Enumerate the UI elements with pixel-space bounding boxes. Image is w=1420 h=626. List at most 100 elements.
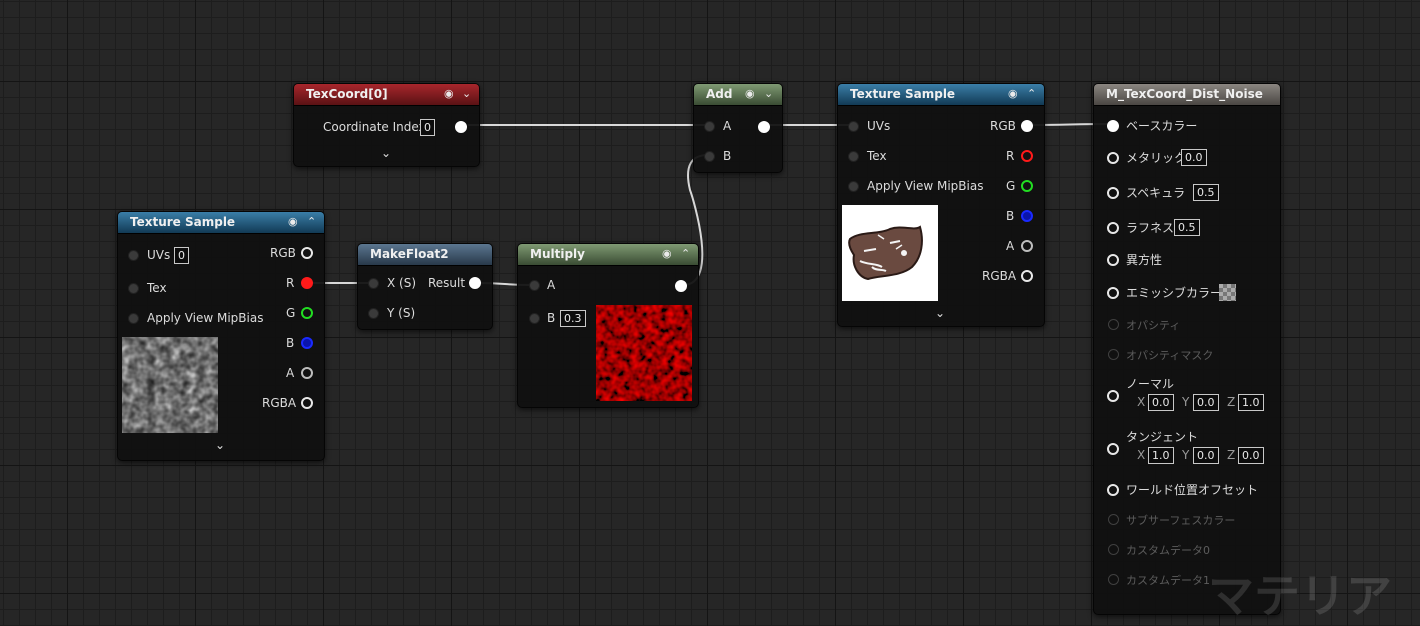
add-output-pin[interactable] [758,121,770,133]
collapse-icon[interactable]: ⌃ [307,215,316,228]
custom0-pin [1108,544,1119,555]
x-input-pin[interactable] [368,278,379,289]
specular-field[interactable]: 0.5 [1193,184,1219,201]
g-output-pin[interactable] [301,307,313,319]
texture-sample-left-header[interactable]: Texture Sample ◉ ⌃ [118,212,324,234]
specular-pin[interactable] [1107,187,1119,199]
multiply-header[interactable]: Multiply ◉ ⌃ [518,244,698,266]
emissive-color-swatch[interactable] [1219,284,1236,301]
metallic-field[interactable]: 0.0 [1181,149,1207,166]
collapse-icon[interactable]: ⌄ [462,87,471,100]
tangent-pin[interactable] [1107,443,1119,455]
rgb-output-pin[interactable] [301,247,313,259]
g-output-label: G [286,306,296,320]
uvs-field[interactable]: 0 [174,247,189,264]
material-result-node[interactable]: M_TexCoord_Dist_Noise ベースカラー メタリック 0.0 ス… [1093,83,1281,615]
add-header[interactable]: Add ◉ ⌄ [694,84,782,106]
rgb-output-label: RGB [990,119,1016,133]
collapse-icon[interactable]: ⌃ [681,247,690,260]
rgba-output-pin[interactable] [1021,270,1033,282]
world-offset-label: ワールド位置オフセット [1126,483,1259,497]
expand-chevron-icon[interactable]: ⌄ [381,146,391,160]
node-title: M_TexCoord_Dist_Noise [1106,87,1263,101]
mip-input-pin[interactable] [848,181,859,192]
normal-x-field[interactable]: 0.0 [1148,394,1174,411]
g-output-pin[interactable] [1021,180,1033,192]
graph-watermark: マテリア [1208,569,1392,623]
red-noise-preview [596,305,692,401]
mip-input-pin[interactable] [128,313,139,324]
normal-z-field[interactable]: 1.0 [1238,394,1264,411]
a-input-pin[interactable] [529,280,540,291]
coordinate-index-field[interactable]: 0 [420,119,435,136]
b-value-field[interactable]: 0.3 [560,310,586,327]
texture-sample-left-node[interactable]: Texture Sample ◉ ⌃ UVs 0 Tex Apply View … [117,211,325,461]
multiply-node[interactable]: Multiply ◉ ⌃ A B 0.3 [517,243,699,408]
rgba-output-pin[interactable] [301,397,313,409]
b-label: B [723,149,732,163]
tangent-label: タンジェント [1126,430,1199,444]
a-output-pin[interactable] [1021,240,1033,252]
distorted-texture-preview [842,205,938,301]
b-output-pin[interactable] [1021,210,1033,222]
a-input-pin[interactable] [704,121,715,132]
normal-pin[interactable] [1107,390,1119,402]
texture-sample-right-header[interactable]: Texture Sample ◉ ⌃ [838,84,1044,106]
normal-z-label: Z [1227,395,1236,409]
b-input-pin[interactable] [704,151,715,162]
tangent-x-label: X [1137,448,1146,462]
collapse-icon[interactable]: ⌄ [764,87,773,100]
emissive-label: エミッシブカラー [1126,286,1223,300]
tangent-z-label: Z [1227,448,1236,462]
preview-toggle-icon[interactable]: ◉ [444,87,454,100]
metallic-pin[interactable] [1107,152,1119,164]
material-result-header[interactable]: M_TexCoord_Dist_Noise [1094,84,1280,106]
b-input-pin[interactable] [529,313,540,324]
preview-toggle-icon[interactable]: ◉ [662,247,672,260]
expand-chevron-icon[interactable]: ⌄ [215,438,225,452]
roughness-pin[interactable] [1107,222,1119,234]
makefloat2-node[interactable]: MakeFloat2 X (S) Y (S) Result [357,243,493,330]
normal-y-field[interactable]: 0.0 [1193,394,1219,411]
add-node[interactable]: Add ◉ ⌄ A B [693,83,783,173]
r-output-pin[interactable] [1021,150,1033,162]
rgba-output-label: RGBA [982,269,1017,283]
tangent-z-field[interactable]: 0.0 [1238,447,1264,464]
base-color-pin[interactable] [1107,120,1119,132]
b-output-pin[interactable] [301,337,313,349]
mip-label: Apply View MipBias [147,311,264,325]
collapse-icon[interactable]: ⌃ [1027,87,1036,100]
preview-toggle-icon[interactable]: ◉ [745,87,755,100]
world-offset-pin[interactable] [1107,484,1119,496]
rgb-output-pin[interactable] [1021,120,1033,132]
result-output-pin[interactable] [469,277,481,289]
node-title: MakeFloat2 [370,247,449,261]
uvs-input-pin[interactable] [848,121,859,132]
tangent-x-field[interactable]: 1.0 [1148,447,1174,464]
multiply-output-pin[interactable] [675,280,687,292]
tex-input-pin[interactable] [848,151,859,162]
roughness-field[interactable]: 0.5 [1174,219,1200,236]
tangent-y-field[interactable]: 0.0 [1193,447,1219,464]
texcoord-header[interactable]: TexCoord[0] ◉ ⌄ [294,84,479,106]
anisotropy-pin[interactable] [1107,254,1119,266]
emissive-pin[interactable] [1107,287,1119,299]
makefloat2-header[interactable]: MakeFloat2 [358,244,492,266]
tex-input-pin[interactable] [128,283,139,294]
a-output-pin[interactable] [301,367,313,379]
uvs-input-pin[interactable] [128,250,139,261]
b-output-label: B [1006,209,1015,223]
preview-toggle-icon[interactable]: ◉ [288,215,298,228]
rgb-output-label: RGB [270,246,296,260]
preview-toggle-icon[interactable]: ◉ [1008,87,1018,100]
texcoord-node[interactable]: TexCoord[0] ◉ ⌄ Coordinate Index 0 ⌄ [293,83,480,167]
node-title: TexCoord[0] [306,87,388,101]
expand-chevron-icon[interactable]: ⌄ [935,306,945,320]
y-input-pin[interactable] [368,308,379,319]
roughness-label: ラフネス [1126,221,1175,235]
output-pin[interactable] [455,121,467,133]
r-output-pin[interactable] [301,277,313,289]
subsurface-label: サブサーフェスカラー [1126,514,1236,527]
texture-sample-right-node[interactable]: Texture Sample ◉ ⌃ UVs Tex Apply View Mi… [837,83,1045,327]
tex-label: Tex [867,149,887,163]
